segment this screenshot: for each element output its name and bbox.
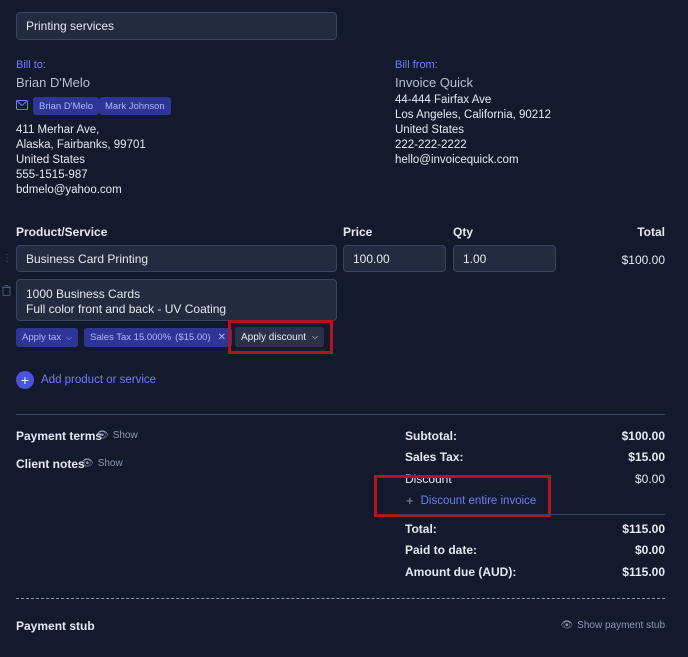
payment-stub-label: Payment stub [16,619,95,633]
bill-from-address: 44-444 Fairfax Ave Los Angeles, Californ… [395,93,551,168]
country: United States [395,124,465,136]
price-input[interactable]: 100.00 [343,245,446,272]
qty-value: 1.00 [463,251,487,266]
bill-from-label: Bill from: [395,59,438,71]
client-notes-show[interactable]: 👁 Show [81,458,123,469]
plus-circle-icon: + [16,371,34,389]
close-icon[interactable]: ✕ [218,332,226,343]
email: bdmelo@yahoo.com [16,184,122,196]
discount-value: $0.00 [634,472,665,486]
item-total: $100.00 [621,253,665,267]
add-product-button[interactable]: + Add product or service [16,371,156,389]
subject-input[interactable]: Printing services [16,12,337,40]
address-line: 411 Merhar Ave, [16,124,100,136]
show-payment-stub[interactable]: 👁 Show payment stub [560,620,665,631]
email: hello@invoicequick.com [395,154,519,166]
eye-icon: 👁 [560,620,574,631]
item-name-input[interactable]: Business Card Printing [16,245,337,272]
chevron-down-icon: ⌵ [66,332,73,342]
highlight-apply-discount [228,320,333,354]
price-value: 100.00 [353,251,390,266]
qty-input[interactable]: 1.00 [453,245,556,272]
recipient-chip[interactable]: Mark Johnson [99,97,171,115]
paid-label: Paid to date: [405,543,478,557]
add-product-label: Add product or service [41,374,157,386]
divider [16,414,665,415]
total-label: Total: [405,522,437,536]
tax-chip[interactable]: Sales Tax 15.000% ($15.00) ✕ [84,328,232,347]
address-line: Alaska, Fairbanks, 99701 [16,139,146,151]
client-notes-label: Client notes [16,457,85,471]
payment-terms-label: Payment terms [16,429,103,443]
trash-icon[interactable] [2,285,11,296]
due-label: Amount due (AUD): [405,565,517,579]
bill-to-label: Bill to: [16,59,46,71]
recipient-chip[interactable]: Brian D'Melo [33,97,100,115]
payment-terms-show[interactable]: 👁 Show [96,430,138,441]
address-line: 44-444 Fairfax Ave [395,94,492,106]
dashed-divider [16,598,665,599]
col-product: Product/Service [16,225,108,239]
subtotal-label: Subtotal: [405,429,457,443]
col-total: Total [637,225,665,239]
col-qty: Qty [453,225,474,239]
mail-icon [16,100,28,110]
item-description-input[interactable]: 1000 Business Cards Full color front and… [16,279,337,321]
subtotal-value: $100.00 [621,429,665,443]
bill-to-name: Brian D'Melo [16,75,91,90]
address-line: Los Angeles, California, 90212 [395,109,551,121]
phone: 555-1515-987 [16,169,88,181]
description-line: 1000 Business Cards [26,287,141,301]
subject-value: Printing services [26,19,115,33]
apply-tax-dropdown[interactable]: Apply tax ⌵ [16,328,79,347]
bill-to-address: 411 Merhar Ave, Alaska, Fairbanks, 99701… [16,123,146,198]
description-line: Full color front and back - UV Coating [26,302,227,316]
tax-label: Sales Tax: [405,450,464,464]
total-value: $115.00 [622,522,665,536]
item-name-value: Business Card Printing [26,251,149,266]
country: United States [16,154,86,166]
bill-from-name: Invoice Quick [395,75,474,90]
tax-value: $15.00 [628,450,665,464]
eye-icon: 👁 [81,458,94,469]
phone: 222-222-2222 [395,139,467,151]
due-value: $115.00 [622,565,665,579]
col-price: Price [343,225,373,239]
eye-icon: 👁 [96,430,109,441]
highlight-discount-entire [374,475,551,517]
summary-divider [398,514,665,515]
paid-value: $0.00 [634,543,665,557]
